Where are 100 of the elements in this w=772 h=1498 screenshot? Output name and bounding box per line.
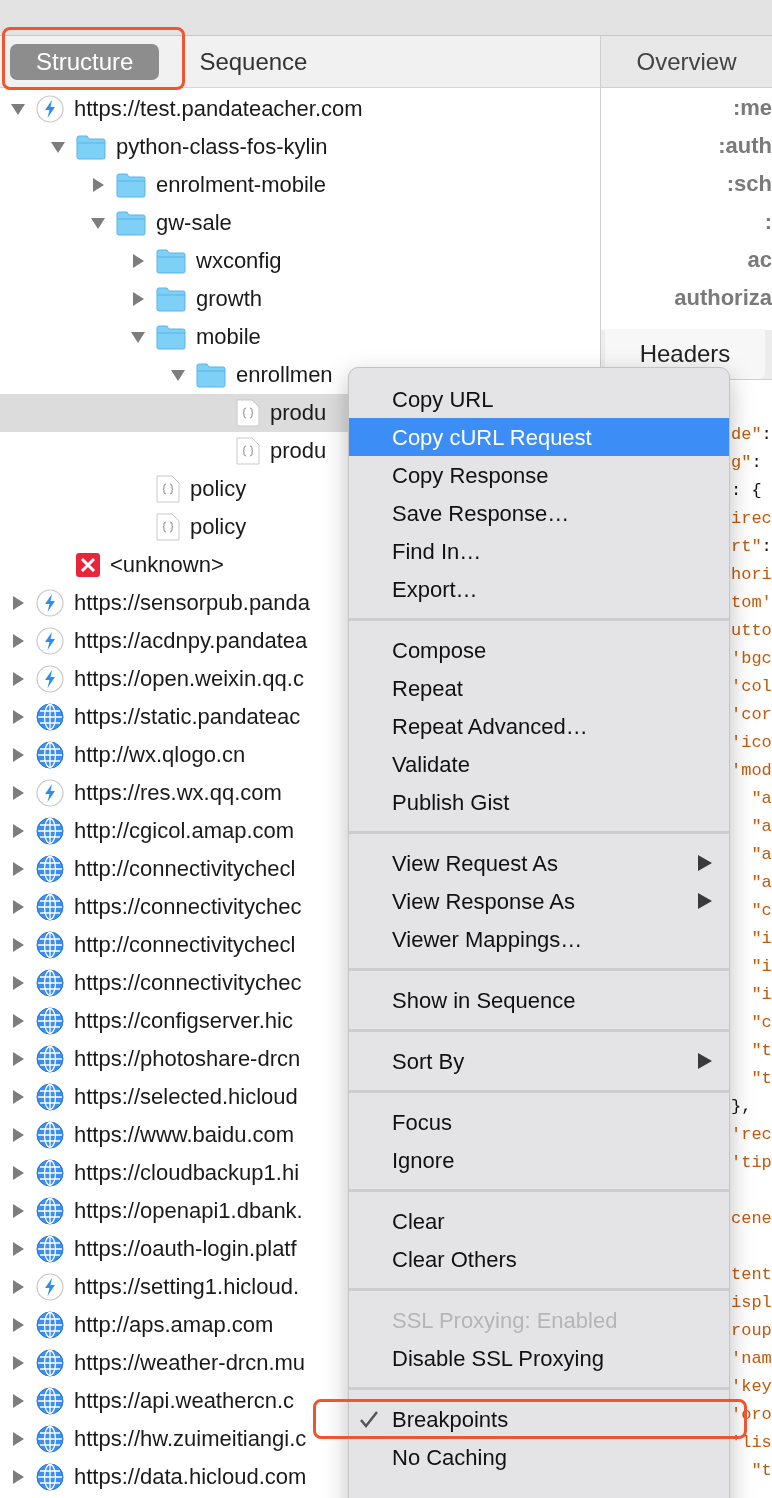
lightning-icon <box>36 779 64 807</box>
tree-label: https://data.hicloud.com <box>74 1466 307 1488</box>
globe-icon <box>36 1349 64 1377</box>
globe-icon <box>36 1235 64 1263</box>
expand-triangle-icon[interactable] <box>10 1355 26 1371</box>
tree-label: https://www.baidu.com <box>74 1124 295 1146</box>
expand-triangle-icon[interactable] <box>10 1165 26 1181</box>
tree-label: https://openapi1.dbank. <box>74 1200 303 1222</box>
globe-icon <box>36 1463 64 1491</box>
expand-triangle-icon[interactable] <box>10 861 26 877</box>
tree-label: https://connectivitychec <box>74 896 302 918</box>
code-line: 'mod <box>731 760 772 782</box>
code-line: de": <box>731 424 772 446</box>
globe-icon <box>36 703 64 731</box>
globe-icon <box>36 1083 64 1111</box>
folder-icon <box>116 210 146 236</box>
tree-label: https://static.pandateac <box>74 706 301 728</box>
code-line: "t <box>750 1040 772 1062</box>
folder-icon <box>116 172 146 198</box>
code-line: "a <box>750 788 772 810</box>
expand-triangle-icon[interactable] <box>10 785 26 801</box>
globe-icon <box>36 1007 64 1035</box>
header-name: :me <box>732 93 772 122</box>
expand-triangle-icon[interactable] <box>10 1051 26 1067</box>
header-name: :auth <box>718 131 772 160</box>
tree-label: https://connectivitychec <box>74 972 302 994</box>
code-line: 'nam <box>731 1348 772 1370</box>
code-line: hori <box>731 564 772 586</box>
tree-label: https://weather-drcn.mu <box>74 1352 306 1374</box>
expand-triangle-icon[interactable] <box>10 1241 26 1257</box>
tree-label: growth <box>196 288 263 310</box>
expand-triangle-icon[interactable] <box>10 823 26 839</box>
view-tab[interactable]: Sequence <box>173 43 334 80</box>
expand-triangle-icon[interactable] <box>10 975 26 991</box>
expand-triangle-icon[interactable] <box>10 937 26 953</box>
tree-label: http://connectivitychecl <box>74 858 296 880</box>
expand-triangle-icon[interactable] <box>10 1203 26 1219</box>
expand-triangle-icon[interactable] <box>10 1317 26 1333</box>
expand-triangle-icon[interactable] <box>10 1469 26 1485</box>
code-line: "t <box>750 1068 772 1090</box>
expand-triangle-icon[interactable] <box>10 709 26 725</box>
globe-icon <box>36 893 64 921</box>
expand-triangle-icon[interactable] <box>10 671 26 687</box>
expand-triangle-icon[interactable] <box>10 1127 26 1143</box>
tree-label: https://res.wx.qq.com <box>74 782 282 804</box>
tree-label: gw-sale <box>156 212 232 234</box>
collapse-triangle-icon[interactable] <box>170 367 186 383</box>
lightning-icon <box>36 627 64 655</box>
expand-triangle-icon[interactable] <box>10 1279 26 1295</box>
header-name: : <box>764 207 772 236</box>
lightning-icon <box>36 95 64 123</box>
lightning-icon <box>36 1273 64 1301</box>
globe-icon <box>36 1045 64 1073</box>
expand-triangle-icon[interactable] <box>10 1089 26 1105</box>
globe-icon <box>36 855 64 883</box>
tree-label: https://cloudbackup1.hi <box>74 1162 300 1184</box>
overview-header[interactable]: Overview <box>601 36 772 88</box>
tree-label: produ <box>270 402 327 424</box>
tree-label: http://aps.amap.com <box>74 1314 274 1336</box>
tree-label: python-class-fos-kylin <box>116 136 328 158</box>
tree-label: https://photoshare-drcn <box>74 1048 301 1070</box>
code-line: "a <box>750 872 772 894</box>
tree-label: https://acdnpy.pandatea <box>74 630 308 652</box>
expand-triangle-icon[interactable] <box>10 595 26 611</box>
code-line: "c <box>750 900 772 922</box>
folder-icon <box>76 134 106 160</box>
tree-label: http://connectivitychecl <box>74 934 296 956</box>
collapse-triangle-icon[interactable] <box>10 101 26 117</box>
tree-label: policy <box>190 478 247 500</box>
code-line: rt": <box>731 536 772 558</box>
expand-triangle-icon[interactable] <box>10 1431 26 1447</box>
header-name: :sch <box>726 169 772 198</box>
globe-icon <box>36 969 64 997</box>
collapse-triangle-icon[interactable] <box>130 329 146 345</box>
collapse-triangle-icon[interactable] <box>90 215 106 231</box>
expand-triangle-icon[interactable] <box>130 253 146 269</box>
tree-label: http://cgicol.amap.com <box>74 820 295 842</box>
tree-label: https://api.weathercn.c <box>74 1390 295 1412</box>
code-line: }, <box>731 1096 753 1118</box>
expand-triangle-icon[interactable] <box>10 1393 26 1409</box>
code-line: "i <box>750 928 772 950</box>
expand-triangle-icon[interactable] <box>130 291 146 307</box>
expand-triangle-icon[interactable] <box>10 747 26 763</box>
collapse-triangle-icon[interactable] <box>50 139 66 155</box>
tree-label: https://hw.zuimeitiangi.c <box>74 1428 307 1450</box>
code-line: roup <box>731 1320 772 1342</box>
code-line: 'tip <box>731 1152 772 1174</box>
json-file-icon <box>156 513 180 541</box>
globe-icon <box>36 1311 64 1339</box>
expand-triangle-icon[interactable] <box>10 1013 26 1029</box>
tree-label: wxconfig <box>196 250 282 272</box>
tree-label: http://wx.qlogo.cn <box>74 744 246 766</box>
json-file-icon <box>156 475 180 503</box>
expand-triangle-icon[interactable] <box>10 633 26 649</box>
code-line: "c <box>750 1012 772 1034</box>
tree-label: <unknown> <box>110 554 224 576</box>
tree-label: https://open.weixin.qq.c <box>74 668 304 690</box>
globe-icon <box>36 1121 64 1149</box>
expand-triangle-icon[interactable] <box>10 899 26 915</box>
expand-triangle-icon[interactable] <box>90 177 106 193</box>
